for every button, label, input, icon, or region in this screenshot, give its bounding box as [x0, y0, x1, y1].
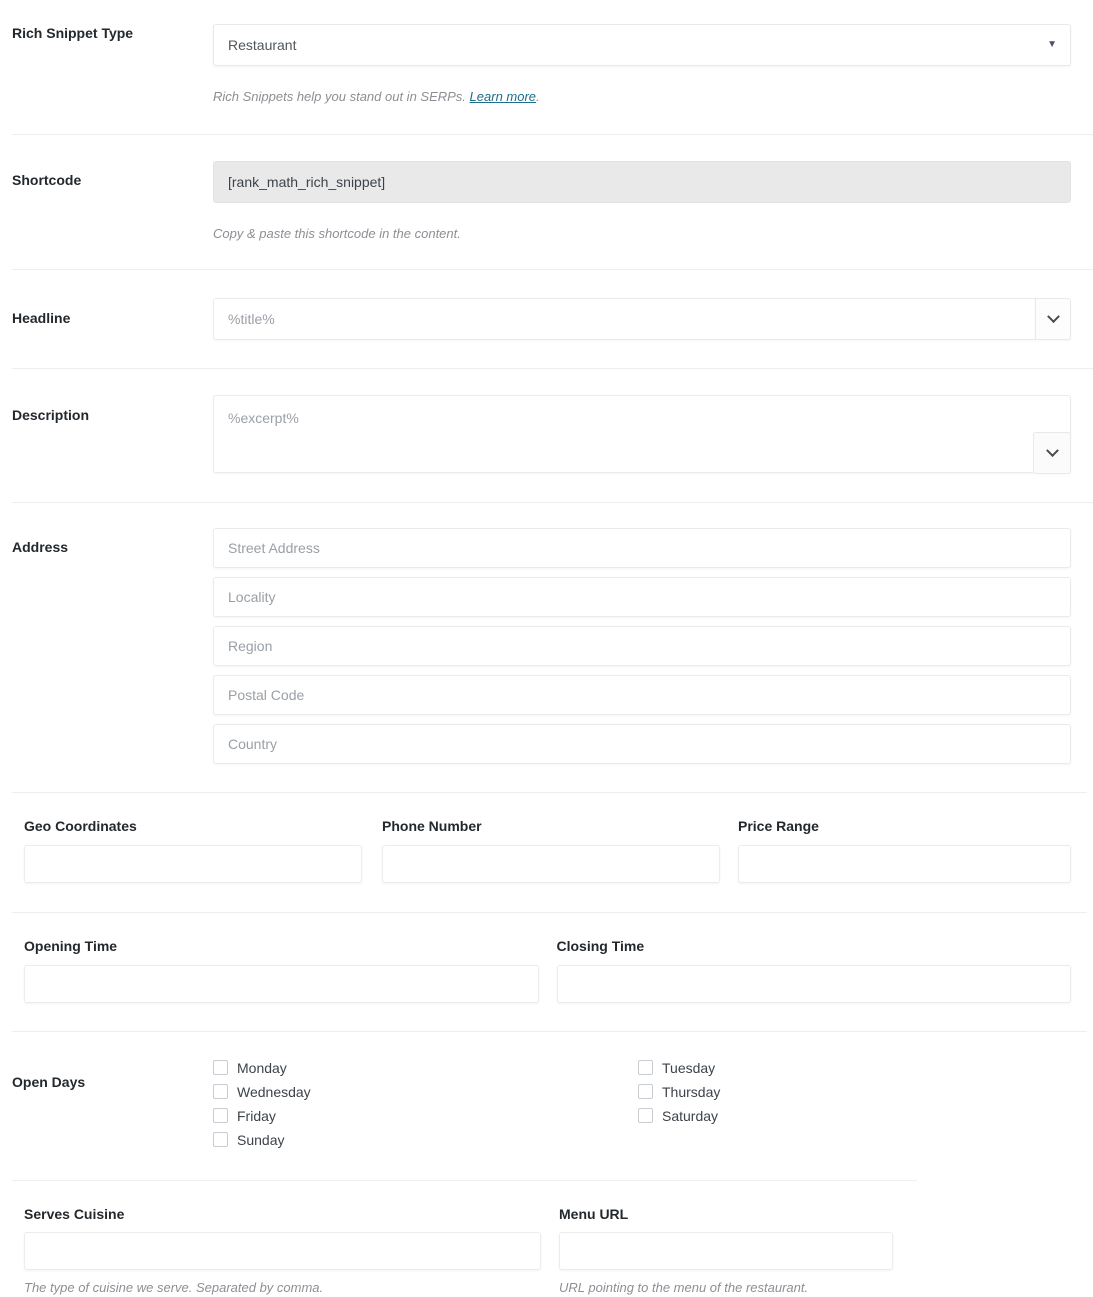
open-days-row: Open Days Monday Wednesday Friday Sunday… — [0, 1032, 1093, 1152]
checkbox-tuesday[interactable] — [638, 1060, 653, 1076]
checkbox-wednesday[interactable] — [213, 1084, 228, 1100]
geo-coordinates-input[interactable] — [24, 844, 362, 883]
open-days-grid: Monday Wednesday Friday Sunday Tuesday T… — [213, 1056, 1071, 1152]
open-day-sunday[interactable]: Sunday — [213, 1128, 638, 1152]
open-days-label: Open Days — [12, 1073, 86, 1090]
price-range-field: Price Range — [738, 818, 1071, 883]
menu-url-input[interactable] — [559, 1232, 893, 1271]
checkbox-friday[interactable] — [213, 1108, 228, 1124]
closing-time-label: Closing Time — [556, 937, 645, 954]
open-day-label: Sunday — [237, 1131, 285, 1148]
checkbox-saturday[interactable] — [638, 1108, 653, 1124]
phone-number-field: Phone Number — [382, 818, 720, 883]
closing-time-input[interactable] — [556, 964, 1071, 1003]
open-days-column-left: Monday Wednesday Friday Sunday — [213, 1056, 638, 1152]
price-range-label: Price Range — [738, 818, 819, 834]
rich-snippet-type-select-wrap[interactable]: Restaurant ▼ — [213, 24, 1071, 66]
open-day-tuesday[interactable]: Tuesday — [638, 1056, 720, 1080]
shortcode-label: Shortcode — [12, 171, 82, 188]
open-day-label: Saturday — [662, 1107, 719, 1124]
menu-url-field: Menu URL URL pointing to the menu of the… — [559, 1205, 893, 1296]
opening-closing-time-row: Opening Time Closing Time — [0, 913, 1093, 1003]
checkbox-monday[interactable] — [213, 1060, 228, 1076]
address-field-col — [213, 528, 1093, 764]
serves-cuisine-label: Serves Cuisine — [24, 1205, 125, 1222]
learn-more-link[interactable]: Learn more — [470, 89, 536, 104]
rich-snippet-type-label: Rich Snippet Type — [12, 25, 134, 41]
shortcode-help: Copy & paste this shortcode in the conte… — [213, 225, 461, 241]
rich-snippet-type-help: Rich Snippets help you stand out in SERP… — [213, 87, 1071, 107]
opening-time-field: Opening Time — [24, 938, 539, 1003]
open-day-monday[interactable]: Monday — [213, 1056, 638, 1080]
description-label: Description — [12, 407, 90, 423]
rich-snippet-type-row: Rich Snippet Type Restaurant ▼ Rich Snip… — [0, 0, 1093, 107]
phone-number-input[interactable] — [382, 844, 720, 883]
open-day-label: Wednesday — [237, 1083, 311, 1100]
rich-snippet-type-select[interactable]: Restaurant — [213, 24, 1071, 66]
opening-time-label: Opening Time — [24, 937, 118, 954]
region-input[interactable] — [213, 626, 1071, 666]
headline-combo: %title% — [213, 298, 1071, 340]
serves-cuisine-help: The type of cuisine we serve. Separated … — [24, 1280, 324, 1296]
menu-url-help: URL pointing to the menu of the restaura… — [559, 1280, 809, 1296]
locality-input[interactable] — [213, 577, 1071, 617]
checkbox-thursday[interactable] — [638, 1084, 653, 1100]
price-range-input[interactable] — [738, 844, 1071, 883]
menu-url-label: Menu URL — [559, 1205, 629, 1222]
cuisine-menu-row: Serves Cuisine The type of cuisine we se… — [0, 1181, 1093, 1296]
country-input[interactable] — [213, 724, 1071, 764]
shortcode-field-col: [rank_math_rich_snippet] Copy & paste th… — [213, 160, 1093, 244]
description-row: Description %excerpt% — [0, 369, 1093, 474]
description-textarea[interactable]: %excerpt% — [213, 395, 1071, 473]
open-days-column-right: Tuesday Thursday Saturday — [638, 1056, 720, 1152]
description-textarea-wrap: %excerpt% — [213, 395, 1071, 474]
rich-snippet-help-text-after: . — [536, 89, 540, 104]
shortcode-row: Shortcode [rank_math_rich_snippet] Copy … — [0, 135, 1093, 244]
geo-coordinates-label: Geo Coordinates — [24, 818, 137, 834]
headline-input[interactable]: %title% — [213, 298, 1035, 340]
address-row: Address — [0, 503, 1093, 764]
open-day-saturday[interactable]: Saturday — [638, 1104, 720, 1128]
open-day-label: Thursday — [662, 1083, 721, 1100]
opening-time-input[interactable] — [24, 964, 539, 1003]
open-day-friday[interactable]: Friday — [213, 1104, 638, 1128]
open-day-thursday[interactable]: Thursday — [638, 1080, 720, 1104]
street-address-input[interactable] — [213, 528, 1071, 568]
open-days-field-col: Monday Wednesday Friday Sunday Tuesday T… — [213, 1056, 1093, 1152]
open-day-wednesday[interactable]: Wednesday — [213, 1080, 638, 1104]
open-day-label: Monday — [237, 1059, 287, 1076]
rich-snippet-help-text-before: Rich Snippets help you stand out in SERP… — [213, 89, 470, 104]
geo-phone-price-row: Geo Coordinates Phone Number Price Range — [0, 793, 1093, 883]
checkbox-sunday[interactable] — [213, 1132, 228, 1148]
headline-label: Headline — [12, 310, 71, 326]
phone-number-label: Phone Number — [382, 818, 482, 834]
serves-cuisine-field: Serves Cuisine The type of cuisine we se… — [24, 1205, 541, 1296]
serves-cuisine-input[interactable] — [24, 1232, 541, 1271]
shortcode-input[interactable]: [rank_math_rich_snippet] — [213, 160, 1071, 203]
open-day-label: Friday — [237, 1107, 276, 1124]
geo-coordinates-field: Geo Coordinates — [24, 818, 362, 883]
rich-snippet-type-field: Restaurant ▼ Rich Snippets help you stan… — [213, 24, 1093, 107]
headline-row: Headline %title% — [0, 270, 1093, 340]
chevron-down-icon — [1046, 309, 1060, 323]
headline-field-col: %title% — [213, 298, 1093, 340]
address-label: Address — [12, 539, 69, 555]
chevron-down-icon — [1045, 443, 1059, 457]
description-variables-toggle-button[interactable] — [1033, 432, 1071, 474]
headline-variables-toggle-button[interactable] — [1035, 298, 1071, 340]
closing-time-field: Closing Time — [556, 937, 1071, 1003]
open-day-label: Tuesday — [662, 1059, 716, 1076]
description-field-col: %excerpt% — [213, 395, 1093, 474]
postal-code-input[interactable] — [213, 675, 1071, 715]
